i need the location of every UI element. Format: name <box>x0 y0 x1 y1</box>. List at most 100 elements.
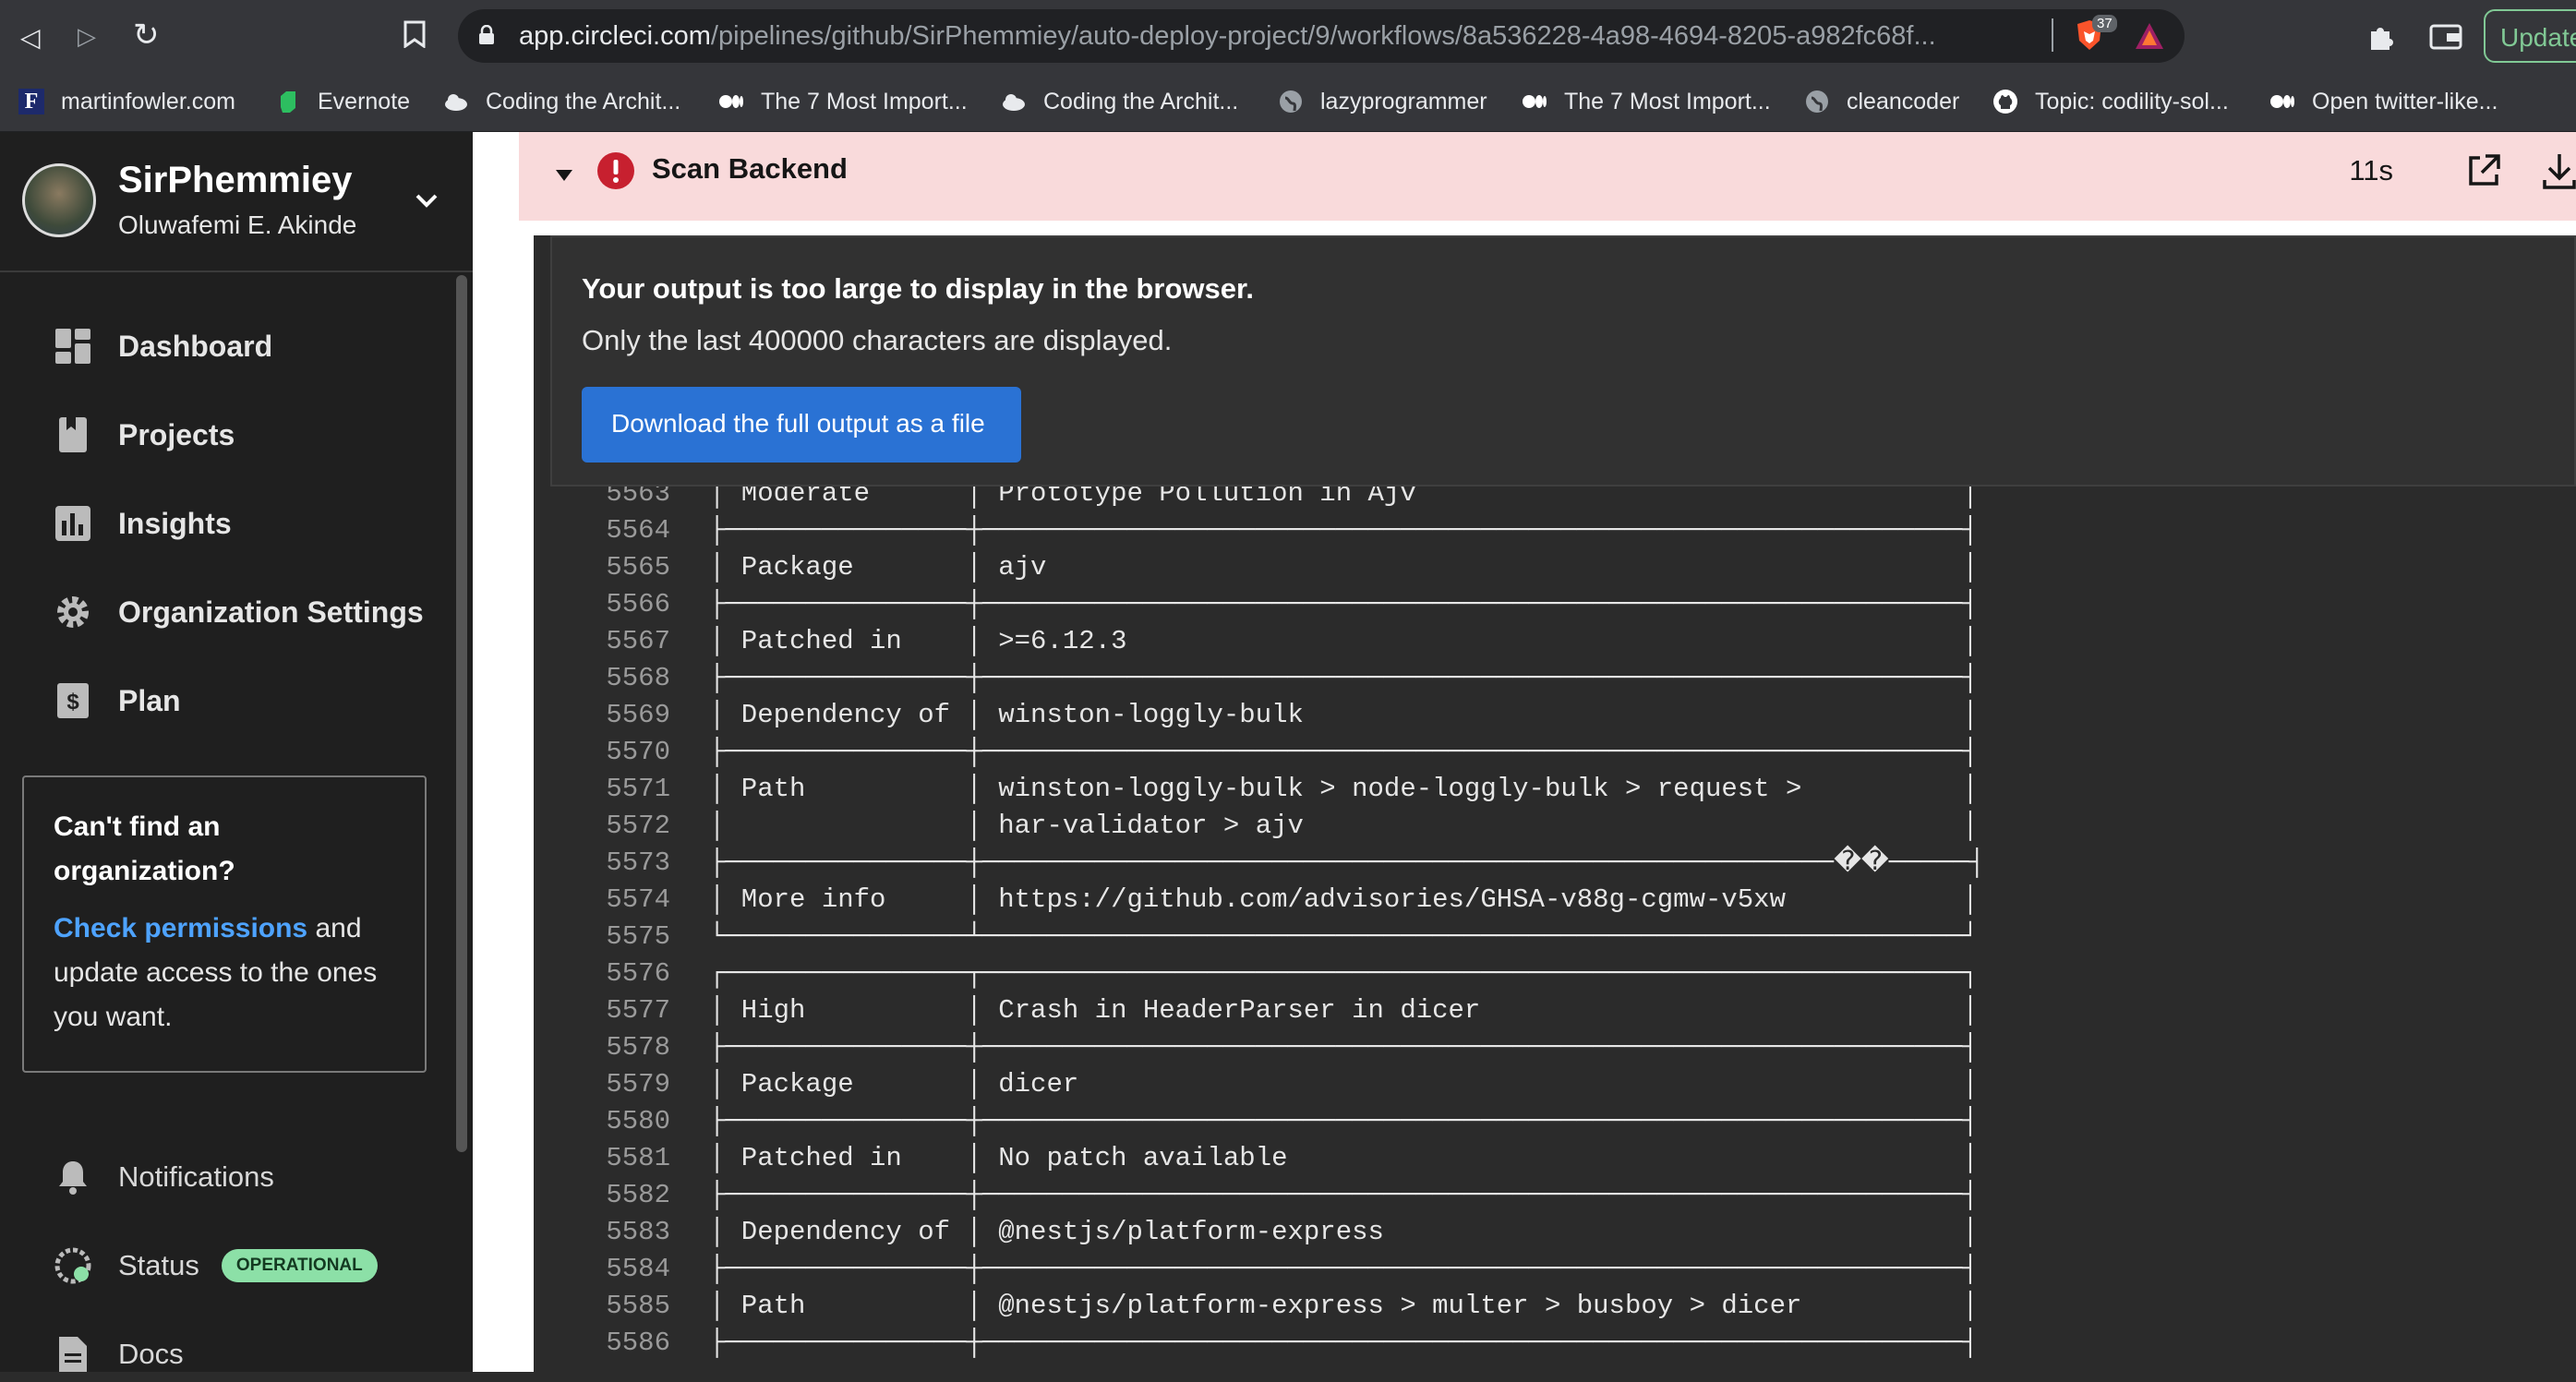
cloud-icon <box>1003 94 1025 111</box>
github-icon <box>1993 90 2017 114</box>
log-line: 5584 ├───────────────┼───────────────────… <box>534 1251 2576 1288</box>
log-line-text: │ High │ Crash in HeaderParser in dicer … <box>709 995 1979 1026</box>
log-line-number: 5580 <box>606 1106 670 1136</box>
bookmark-icon[interactable] <box>403 20 427 48</box>
log-line: 5571 │ Path │ winston-loggly-bulk > node-… <box>534 771 2576 808</box>
bookmark-item[interactable]: The 7 Most Import... <box>1522 80 1771 123</box>
url-path: /pipelines/github/SirPhemmiey/auto-deplo… <box>710 21 1936 51</box>
back-icon[interactable]: ◁ <box>20 22 41 53</box>
log-line-number: 5564 <box>606 515 670 546</box>
log-line-text: │ More info │ https://github.com/advisor… <box>709 884 1979 915</box>
bookmark-label: martinfowler.com <box>61 88 235 114</box>
sidebar-item-status[interactable]: Status OPERATIONAL <box>54 1238 378 1293</box>
log-line: 5568 ├───────────────┼───────────────────… <box>534 660 2576 697</box>
forward-icon[interactable]: ▷ <box>78 22 96 51</box>
log-line: 5582 ├───────────────┼───────────────────… <box>534 1177 2576 1214</box>
bookmark-item[interactable]: Evernote <box>275 80 410 123</box>
sidebar-item-label: Projects <box>118 417 235 451</box>
step-header[interactable]: Scan Backend 11s <box>519 132 2576 221</box>
log-line: 5566 ├───────────────┼───────────────────… <box>534 586 2576 623</box>
log-line: 5576 ┌───────────────┬───────────────────… <box>534 955 2576 992</box>
download-full-output-button[interactable]: Download the full output as a file <box>582 387 1021 463</box>
medium-icon <box>719 95 743 108</box>
extensions-icon[interactable] <box>2365 20 2397 52</box>
bookmark-item[interactable]: The 7 Most Import... <box>718 80 968 123</box>
bookmark-item[interactable]: Coding the Archit... <box>443 80 680 123</box>
bookmark-label: The 7 Most Import... <box>1564 88 1771 114</box>
sidebar-item-organization-settings[interactable]: Organization Settings <box>54 584 424 640</box>
bookmark-label: Coding the Archit... <box>1043 88 1239 114</box>
org-switcher[interactable]: SirPhemmiey Oluwafemi E. Akinde <box>0 132 473 272</box>
medium-icon <box>1523 95 1547 108</box>
bookmark-item[interactable]: Open twitter-like... <box>2269 80 2498 123</box>
log-line-number: 5569 <box>606 700 670 730</box>
evernote-icon <box>281 91 295 113</box>
org-user-name: Oluwafemi E. Akinde <box>118 210 357 239</box>
sidebar-scrollbar[interactable] <box>456 275 467 1152</box>
sidebar-item-projects[interactable]: Projects <box>54 407 235 463</box>
wallet-icon[interactable] <box>2428 20 2463 52</box>
log-line: 5565 │ Package │ ajv │ <box>534 549 2576 586</box>
log-line-number: 5565 <box>606 552 670 583</box>
log-line-text: ├───────────────┼───────────────────────… <box>709 515 1979 546</box>
brave-rewards-icon[interactable] <box>2131 18 2168 54</box>
log-output: 5563 │ Moderate │ Prototype Pollution in … <box>534 487 2576 1372</box>
error-icon <box>597 152 634 189</box>
log-line: 5567 │ Patched in │ >=6.12.3 │ <box>534 623 2576 660</box>
url-host: app.circleci.com <box>519 21 711 51</box>
svg-text:$: $ <box>66 690 79 715</box>
step-duration: 11s <box>2349 154 2393 186</box>
log-line: 5580 ├───────────────┼───────────────────… <box>534 1103 2576 1140</box>
sidebar-item-label: Insights <box>118 506 232 540</box>
log-line-number: 5578 <box>606 1032 670 1063</box>
bookmark-item[interactable]: cleancoder <box>1804 80 1959 123</box>
log-line-text: ├───────────────┼───────────────────────… <box>709 1032 1979 1063</box>
log-line-text: │ Path │ winston-loggly-bulk > node-logg… <box>709 774 1979 804</box>
log-line-number: 5570 <box>606 737 670 767</box>
open-external-icon[interactable] <box>2465 152 2502 189</box>
log-line-number: 5571 <box>606 774 670 804</box>
bookmark-label: lazyprogrammer <box>1320 88 1487 114</box>
sidebar-item-insights[interactable]: Insights <box>54 496 232 551</box>
log-line: 5573 ├───────────────┼───────────────────… <box>534 845 2576 882</box>
docs-icon <box>59 1337 87 1372</box>
bookmark-label: Coding the Archit... <box>486 88 681 114</box>
log-line: 5569 │ Dependency of │ winston-loggly-bul… <box>534 697 2576 734</box>
gear-icon <box>57 596 89 628</box>
log-line-number: 5568 <box>606 663 670 693</box>
bookmark-item[interactable]: Coding the Archit... <box>1001 80 1238 123</box>
log-line-text: │ Patched in │ No patch available │ <box>709 1143 1979 1173</box>
help-text: Check permissions and update access to t… <box>54 907 395 1040</box>
sidebar-item-docs[interactable]: Docs <box>54 1327 184 1382</box>
bookmark-item[interactable]: Topic: codility-sol... <box>1992 80 2229 123</box>
sidebar-item-plan[interactable]: $ Plan <box>54 673 181 728</box>
chevron-down-icon[interactable] <box>410 184 443 217</box>
download-icon[interactable] <box>2541 150 2576 191</box>
log-line-number: 5585 <box>606 1291 670 1321</box>
log-line-text: ├───────────────┼───────────────────────… <box>709 1106 1979 1136</box>
sidebar-item-label: Notifications <box>118 1160 274 1193</box>
log-line: 5579 │ Package │ dicer │ <box>534 1066 2576 1103</box>
reload-icon[interactable]: ↻ <box>133 17 160 54</box>
insights-icon <box>55 506 90 541</box>
log-line-text: │ │ har-validator > ajv │ <box>709 811 1979 841</box>
update-button[interactable]: Update <box>2484 9 2576 63</box>
address-bar[interactable]: app.circleci.com/pipelines/github/SirPhe… <box>458 9 2185 63</box>
globe-icon <box>1806 90 1828 113</box>
sidebar-item-dashboard[interactable]: Dashboard <box>54 318 272 374</box>
sidebar-item-notifications[interactable]: Notifications <box>54 1149 274 1205</box>
bookmark-item[interactable]: lazyprogrammer <box>1278 80 1487 123</box>
output-too-large-notice: Your output is too large to display in t… <box>550 235 2576 487</box>
url-text[interactable]: app.circleci.com/pipelines/github/SirPhe… <box>519 21 1936 52</box>
brave-count-badge: 37 <box>2092 15 2117 32</box>
bookmark-label: Open twitter-like... <box>2312 88 2498 114</box>
sidebar-item-label: Status <box>118 1249 199 1281</box>
check-permissions-link[interactable]: Check permissions <box>54 913 307 943</box>
log-line: 5581 │ Patched in │ No patch available │ <box>534 1140 2576 1177</box>
avatar <box>22 163 96 237</box>
log-line: 5563 │ Moderate │ Prototype Pollution in … <box>534 487 2576 512</box>
log-line-text: ├───────────────┼───────────────────────… <box>709 663 1979 693</box>
notice-text: Only the last 400000 characters are disp… <box>582 324 1173 356</box>
bookmark-item[interactable]: F martinfowler.com <box>18 80 235 123</box>
caret-down-icon[interactable] <box>554 167 574 184</box>
